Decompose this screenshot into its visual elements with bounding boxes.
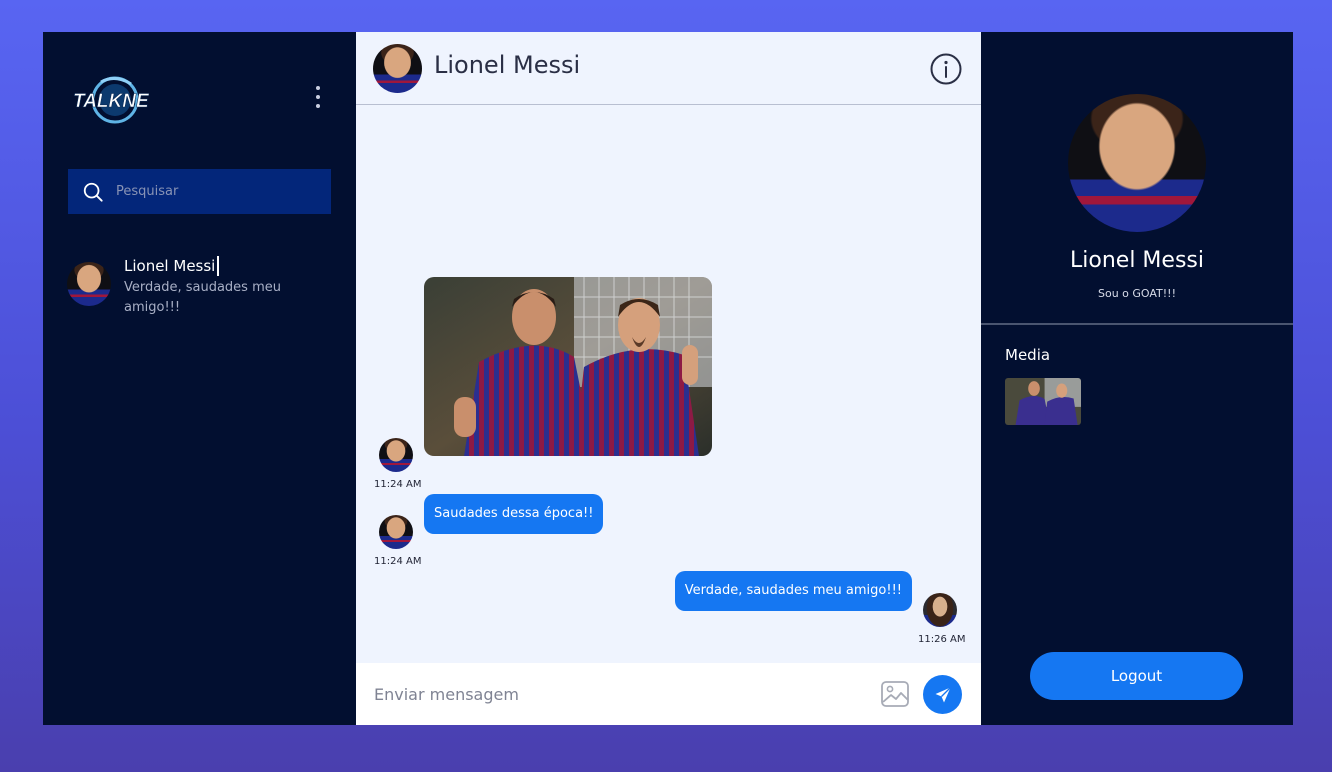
app-window: TALKNET Lionel Messi Verdade, saudades m…: [43, 32, 1293, 725]
kebab-menu-icon[interactable]: [313, 86, 323, 108]
contact-details-panel: Lionel Messi Sou o GOAT!!! Media Logout: [981, 32, 1293, 725]
message-avatar: [379, 515, 413, 549]
message-bubble-received: Saudades dessa época!!: [424, 494, 604, 534]
talknet-logo: TALKNET: [73, 76, 149, 124]
chat-header: Lionel Messi: [356, 32, 981, 105]
search-input[interactable]: [116, 184, 316, 199]
chat-panel: Lionel Messi 11:24 AM Saudades dessa épo…: [356, 32, 981, 725]
contact-avatar: [67, 262, 111, 306]
message-time: 11:24 AM: [374, 479, 422, 490]
contact-list-item[interactable]: Lionel Messi Verdade, saudades meu amigo…: [67, 254, 337, 320]
svg-text:TALKNET: TALKNET: [73, 91, 149, 112]
profile-status: Sou o GOAT!!!: [1097, 287, 1176, 300]
message-input[interactable]: [374, 681, 844, 707]
search-icon: [83, 182, 103, 202]
send-icon: [935, 686, 951, 702]
image-icon[interactable]: [880, 679, 910, 709]
message-avatar: [379, 438, 413, 472]
chat-title: Lionel Messi: [434, 51, 581, 79]
image-message[interactable]: [424, 277, 712, 456]
media-section-title: Media: [1005, 346, 1051, 364]
contact-name: Lionel Messi: [124, 256, 220, 276]
contact-last-message: Verdade, saudades meu amigo!!!: [124, 280, 281, 315]
media-thumbnail[interactable]: [1005, 378, 1081, 425]
send-button[interactable]: [923, 675, 962, 714]
message-photo: [424, 277, 712, 456]
search-bar: [68, 169, 331, 214]
sidebar: TALKNET Lionel Messi Verdade, saudades m…: [43, 32, 356, 725]
profile-name: Lionel Messi: [1070, 248, 1204, 273]
message-avatar-self: [923, 593, 957, 627]
profile-avatar: [1068, 94, 1206, 232]
logout-button[interactable]: Logout: [1030, 652, 1243, 700]
chat-header-avatar[interactable]: [373, 44, 422, 93]
message-time: 11:26 AM: [918, 634, 966, 645]
info-icon[interactable]: [930, 53, 962, 85]
divider: [981, 323, 1293, 325]
message-time: 11:24 AM: [374, 556, 422, 567]
message-composer: [356, 663, 981, 725]
message-bubble-sent: Verdade, saudades meu amigo!!!: [674, 571, 912, 611]
